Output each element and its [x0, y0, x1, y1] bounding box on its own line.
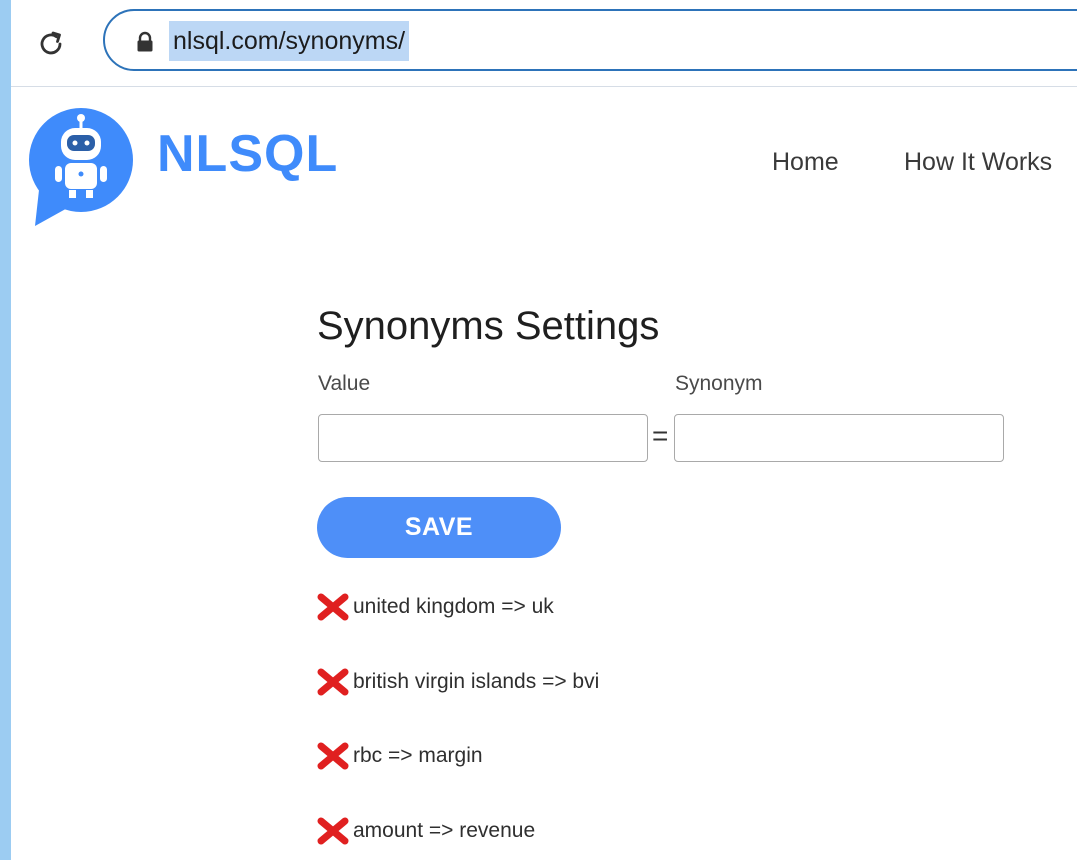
save-button[interactable]: SAVE — [317, 497, 561, 558]
synonym-label: Synonym — [675, 372, 763, 395]
delete-x-icon[interactable] — [316, 591, 350, 623]
synonym-text: british virgin islands => bvi — [353, 670, 600, 693]
nav-how-it-works-link[interactable]: How It Works — [904, 148, 1052, 177]
lock-icon — [135, 31, 155, 53]
synonym-item: united kingdom => uk — [316, 591, 554, 623]
synonym-item: rbc => margin — [316, 740, 483, 772]
equals-sign: = — [652, 420, 669, 451]
synonym-item: british virgin islands => bvi — [316, 666, 599, 698]
delete-x-icon[interactable] — [316, 740, 350, 772]
delete-x-icon[interactable] — [316, 815, 350, 847]
synonym-item: amount => revenue — [316, 815, 535, 847]
synonym-text: rbc => margin — [353, 744, 483, 767]
synonym-text: united kingdom => uk — [353, 595, 554, 618]
browser-window: nlsql.com/synonyms/ NLSQL Home How It Wo… — [11, 0, 1077, 860]
reload-icon[interactable] — [33, 26, 69, 62]
brand-wordmark[interactable]: NLSQL — [157, 128, 338, 180]
value-label: Value — [318, 372, 371, 395]
value-input[interactable] — [318, 414, 648, 462]
synonym-input[interactable] — [674, 414, 1004, 462]
page-title: Synonyms Settings — [317, 304, 660, 348]
nav-home-link[interactable]: Home — [772, 148, 839, 177]
synonym-text: amount => revenue — [353, 819, 536, 842]
delete-x-icon[interactable] — [316, 666, 350, 698]
robot-chat-logo[interactable] — [25, 106, 137, 228]
url-text[interactable]: nlsql.com/synonyms/ — [169, 21, 410, 61]
address-bar[interactable]: nlsql.com/synonyms/ — [103, 9, 1077, 71]
browser-toolbar: nlsql.com/synonyms/ — [11, 0, 1077, 87]
